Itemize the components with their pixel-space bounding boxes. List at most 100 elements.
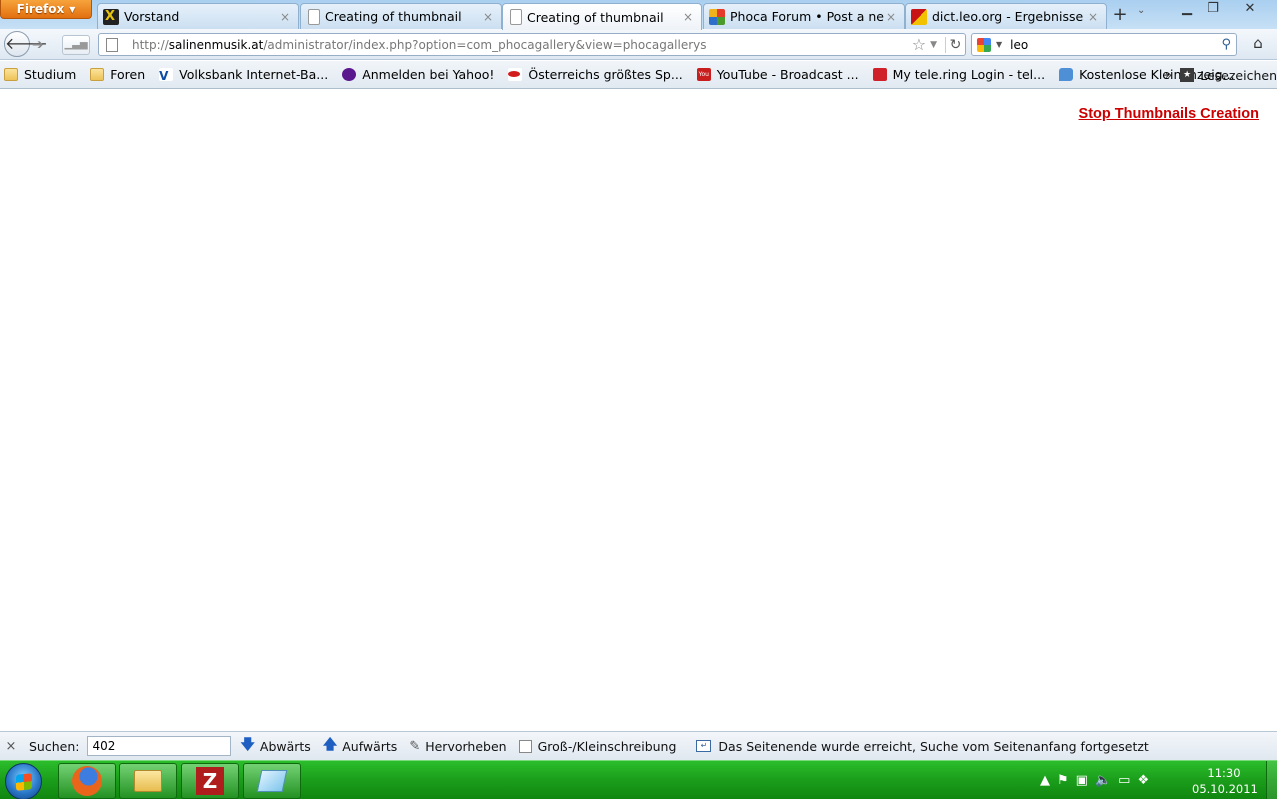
- clock-date: 05.10.2011: [1192, 782, 1258, 796]
- tab-creating-thumbnail-active[interactable]: Creating of thumbnail ×: [502, 3, 702, 30]
- highlight-button[interactable]: ✎ Hervorheben: [409, 739, 506, 754]
- minimize-icon[interactable]: ▁: [1174, 0, 1200, 19]
- tab-title: Phoca Forum • Post a new t...: [730, 9, 884, 24]
- bar-chart-icon[interactable]: ▁▃▅: [62, 35, 90, 55]
- close-icon[interactable]: ×: [278, 10, 292, 24]
- bookmark-label: Foren: [110, 67, 146, 82]
- url-bar[interactable]: http://salinenmusik.at/administrator/ind…: [98, 33, 966, 56]
- match-case-checkbox[interactable]: [518, 739, 532, 753]
- url-domain: salinenmusik.at: [168, 37, 264, 52]
- arrow-right-icon: ➔: [32, 37, 44, 53]
- close-icon[interactable]: ×: [1086, 10, 1100, 24]
- bookmark-label: My tele.ring Login - tel...: [892, 67, 1046, 82]
- show-desktop-button[interactable]: [1266, 761, 1277, 799]
- tab-phoca-forum[interactable]: Phoca Forum • Post a new t... ×: [703, 3, 905, 29]
- tab-list-icon[interactable]: ⌄: [1137, 5, 1145, 16]
- url-text[interactable]: http://salinenmusik.at/administrator/ind…: [132, 38, 912, 52]
- reload-icon[interactable]: ↻: [945, 36, 965, 53]
- folder-icon: [4, 68, 18, 81]
- find-next-button[interactable]: 🡇 Abwärts: [240, 734, 310, 758]
- phoca-icon: [709, 8, 725, 25]
- page-icon: [106, 37, 118, 52]
- stop-thumbnails-creation-link[interactable]: Stop Thumbnails Creation: [1079, 106, 1259, 122]
- bookmark-foren[interactable]: Foren: [86, 67, 145, 82]
- highlight-label: Hervorheben: [425, 738, 507, 754]
- search-bar[interactable]: ▼ leo ⚲: [971, 33, 1237, 56]
- home-icon[interactable]: ⌂: [1246, 34, 1270, 55]
- forward-button[interactable]: ➔: [32, 35, 56, 55]
- chevron-overflow-icon[interactable]: »: [1165, 68, 1172, 82]
- tab-creating-thumbnail-1[interactable]: Creating of thumbnail ×: [300, 3, 502, 29]
- bookmark-label: Studium: [24, 67, 77, 82]
- start-button[interactable]: [5, 763, 42, 799]
- tab-title: dict.leo.org - Ergebnisse für ...: [932, 9, 1086, 24]
- find-status: ↵ Das Seitenende wurde erreicht, Suche v…: [696, 738, 1149, 754]
- tab-strip: Firefox ▼ Vorstand × Creating of thumbna…: [0, 0, 1277, 30]
- bookmark-telering[interactable]: My tele.ring Login - tel...: [869, 67, 1046, 82]
- tab-vorstand[interactable]: Vorstand ×: [97, 3, 299, 29]
- bookmark-volksbank[interactable]: Volksbank Internet-Ba...: [155, 67, 328, 82]
- taskbar: Z ▲ ⚑ ▣ 🔈 ▭ ❖ 11:30 05.10.2011: [0, 760, 1277, 799]
- flag-icon[interactable]: ⚑: [1057, 773, 1069, 788]
- close-icon[interactable]: ×: [481, 10, 495, 24]
- close-icon[interactable]: ×: [0, 739, 22, 754]
- match-case-toggle[interactable]: Groß-/Kleinschreibung: [518, 738, 677, 754]
- yahoo-icon: [342, 68, 357, 81]
- restore-icon[interactable]: ❐: [1200, 0, 1226, 19]
- bookmarks-menu-icon[interactable]: ★: [1180, 68, 1195, 82]
- network-icon[interactable]: ▭: [1118, 773, 1130, 788]
- clock[interactable]: 11:30 05.10.2011: [1192, 765, 1258, 797]
- dropbox-icon[interactable]: ❖: [1137, 773, 1149, 788]
- url-path: /administrator/index.php?option=com_phoc…: [263, 37, 707, 52]
- taskbar-notepad[interactable]: [243, 763, 301, 799]
- arrow-down-icon: 🡇: [240, 737, 255, 753]
- bookmarks-right: » ★ Lesezeichen: [1165, 61, 1277, 89]
- find-input[interactable]: [87, 736, 232, 756]
- star-icon[interactable]: ☆: [912, 35, 926, 54]
- wrapped-search-icon: ↵: [696, 740, 712, 752]
- filezilla-icon: Z: [196, 767, 224, 795]
- close-icon[interactable]: ×: [681, 10, 695, 24]
- firefox-menu-label: Firefox: [16, 2, 65, 16]
- show-hidden-icons-icon[interactable]: ▲: [1040, 773, 1050, 788]
- device-icon[interactable]: ▣: [1076, 773, 1088, 788]
- find-previous-label: Aufwärts: [342, 738, 398, 754]
- clock-time: 11:30: [1207, 766, 1241, 780]
- bookmarks-menu-button[interactable]: Lesezeichen: [1200, 68, 1277, 83]
- windows-logo-icon: [16, 773, 32, 791]
- firefox-icon: [72, 766, 102, 796]
- bookmark-yahoo[interactable]: Anmelden bei Yahoo!: [338, 67, 494, 82]
- find-previous-button[interactable]: 🡅 Aufwärts: [323, 734, 398, 758]
- search-engine-dropdown-icon[interactable]: ▼: [996, 40, 1002, 49]
- telering-icon: [872, 68, 887, 81]
- bookmarks-toolbar: Studium Foren Volksbank Internet-Ba... A…: [0, 61, 1277, 89]
- find-status-text: Das Seitenende wurde erreicht, Suche vom…: [718, 738, 1149, 754]
- taskbar-firefox[interactable]: [58, 763, 116, 799]
- tab-dict-leo[interactable]: dict.leo.org - Ergebnisse für ... ×: [905, 3, 1107, 29]
- close-window-icon[interactable]: ✕: [1226, 0, 1274, 19]
- bookmark-studium[interactable]: Studium: [0, 67, 76, 82]
- bookmark-label: Österreichs größtes Sp...: [528, 67, 683, 82]
- close-icon[interactable]: ×: [884, 10, 898, 24]
- document-icon: [510, 9, 522, 25]
- firefox-menu-button[interactable]: Firefox ▼: [0, 0, 92, 19]
- dropdown-arrow-icon[interactable]: ▼: [930, 40, 937, 50]
- leo-icon: [911, 8, 927, 25]
- search-icon[interactable]: ⚲: [1221, 37, 1231, 52]
- find-next-label: Abwärts: [259, 738, 311, 754]
- tab-title: Creating of thumbnail: [527, 9, 664, 25]
- oe24-icon: [508, 68, 523, 81]
- bookmark-oe24[interactable]: Österreichs größtes Sp...: [504, 67, 683, 82]
- back-button[interactable]: 🡐: [4, 31, 48, 57]
- navigation-toolbar: 🡐 ➔ ▁▃▅ http://salinenmusik.at/administr…: [0, 29, 1277, 60]
- bookmark-youtube[interactable]: You YouTube - Broadcast ...: [693, 67, 859, 82]
- notepad-icon: [256, 770, 288, 792]
- search-input[interactable]: leo: [1010, 38, 1221, 52]
- speaker-icon[interactable]: 🔈: [1095, 773, 1111, 788]
- caret-down-icon: ▼: [69, 4, 76, 14]
- new-tab-button[interactable]: +: [1109, 5, 1131, 27]
- google-icon[interactable]: [977, 37, 991, 52]
- taskbar-explorer[interactable]: [119, 763, 177, 799]
- match-case-label: Groß-/Kleinschreibung: [537, 738, 677, 754]
- taskbar-filezilla[interactable]: Z: [181, 763, 239, 799]
